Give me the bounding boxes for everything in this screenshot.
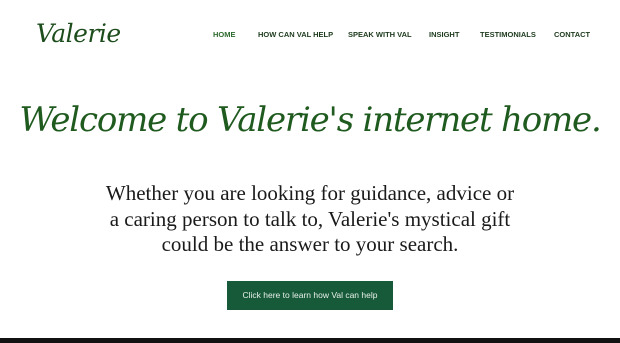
- nav-item-insight[interactable]: INSIGHT: [429, 29, 459, 41]
- nav-item-home[interactable]: HOME: [213, 29, 236, 41]
- learn-more-button[interactable]: Click here to learn how Val can help: [227, 281, 393, 310]
- hero-description-line: could be the answer to your search.: [161, 232, 459, 256]
- hero-title: Welcome to Valerie's internet home.: [19, 100, 601, 140]
- site-header: Valerie HOME HOW CAN VAL HELP SPEAK WITH…: [0, 0, 620, 70]
- nav-item-how-can-val-help[interactable]: HOW CAN VAL HELP: [258, 29, 333, 41]
- bottom-divider: [0, 338, 620, 343]
- nav-item-speak-with-val[interactable]: SPEAK WITH VAL: [348, 29, 412, 41]
- hero-description: Whether you are looking for guidance, ad…: [60, 181, 560, 258]
- main-nav: HOME HOW CAN VAL HELP SPEAK WITH VAL INS…: [0, 29, 620, 43]
- hero-description-line: Whether you are looking for guidance, ad…: [105, 181, 515, 205]
- nav-item-testimonials[interactable]: TESTIMONIALS: [480, 29, 536, 41]
- nav-item-contact[interactable]: CONTACT: [554, 29, 590, 41]
- hero-description-line: a caring person to talk to, Valerie's my…: [109, 206, 511, 231]
